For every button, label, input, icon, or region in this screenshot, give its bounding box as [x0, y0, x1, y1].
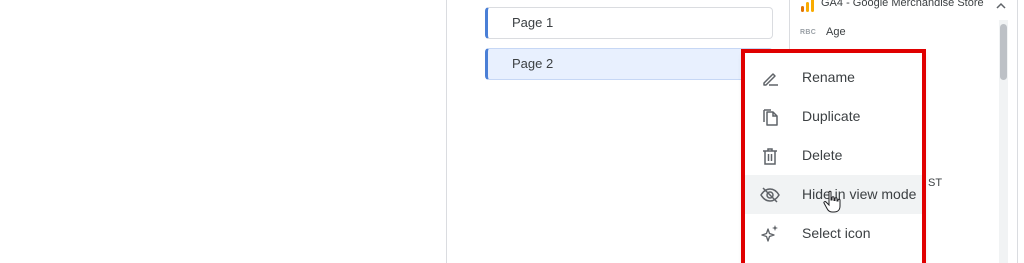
page-item-label: Page 2 — [512, 56, 554, 71]
chevron-up-icon[interactable] — [995, 0, 1007, 12]
data-source-header[interactable]: GA4 - Google Merchandise Store — [790, 0, 1017, 18]
page-item-1[interactable]: Page 1 — [485, 7, 773, 39]
data-source-name: GA4 - Google Merchandise Store — [821, 0, 984, 9]
scroll-thumb[interactable] — [1000, 24, 1007, 80]
menu-item-label: Duplicate — [802, 108, 861, 124]
menu-item-delete[interactable]: Delete — [744, 136, 924, 175]
google-analytics-icon — [801, 0, 814, 12]
page-item-label: Page 1 — [512, 15, 554, 30]
pages-panel: Page 1 Page 2 — [446, 0, 791, 263]
menu-item-label: Select icon — [802, 225, 871, 241]
page-item-2[interactable]: Page 2 — [485, 48, 773, 80]
field-name: Age — [826, 26, 846, 38]
menu-item-label: Rename — [802, 69, 855, 85]
menu-item-select-icon[interactable]: Select icon — [744, 214, 924, 253]
menu-item-label: Hide in view mode — [802, 186, 917, 202]
eye-off-icon — [760, 187, 780, 203]
screen: Page 1 Page 2 GA4 - Google Merchandise S… — [0, 0, 1024, 263]
field-row[interactable]: RBC Age — [790, 25, 1000, 43]
context-menu: Rename Duplicate Delete Hide in view mod… — [744, 52, 924, 263]
field-type-badge: RBC — [800, 29, 817, 36]
duplicate-icon — [763, 109, 778, 126]
hand-cursor-icon — [823, 190, 841, 213]
menu-item-duplicate[interactable]: Duplicate — [744, 97, 924, 136]
partial-field-text: ST — [928, 177, 943, 189]
sparkle-icon — [761, 225, 778, 242]
menu-item-rename[interactable]: Rename — [744, 58, 924, 97]
delete-icon — [763, 148, 777, 165]
rename-icon — [763, 73, 778, 86]
scrollbar[interactable] — [999, 20, 1008, 263]
menu-item-label: Delete — [802, 147, 843, 163]
